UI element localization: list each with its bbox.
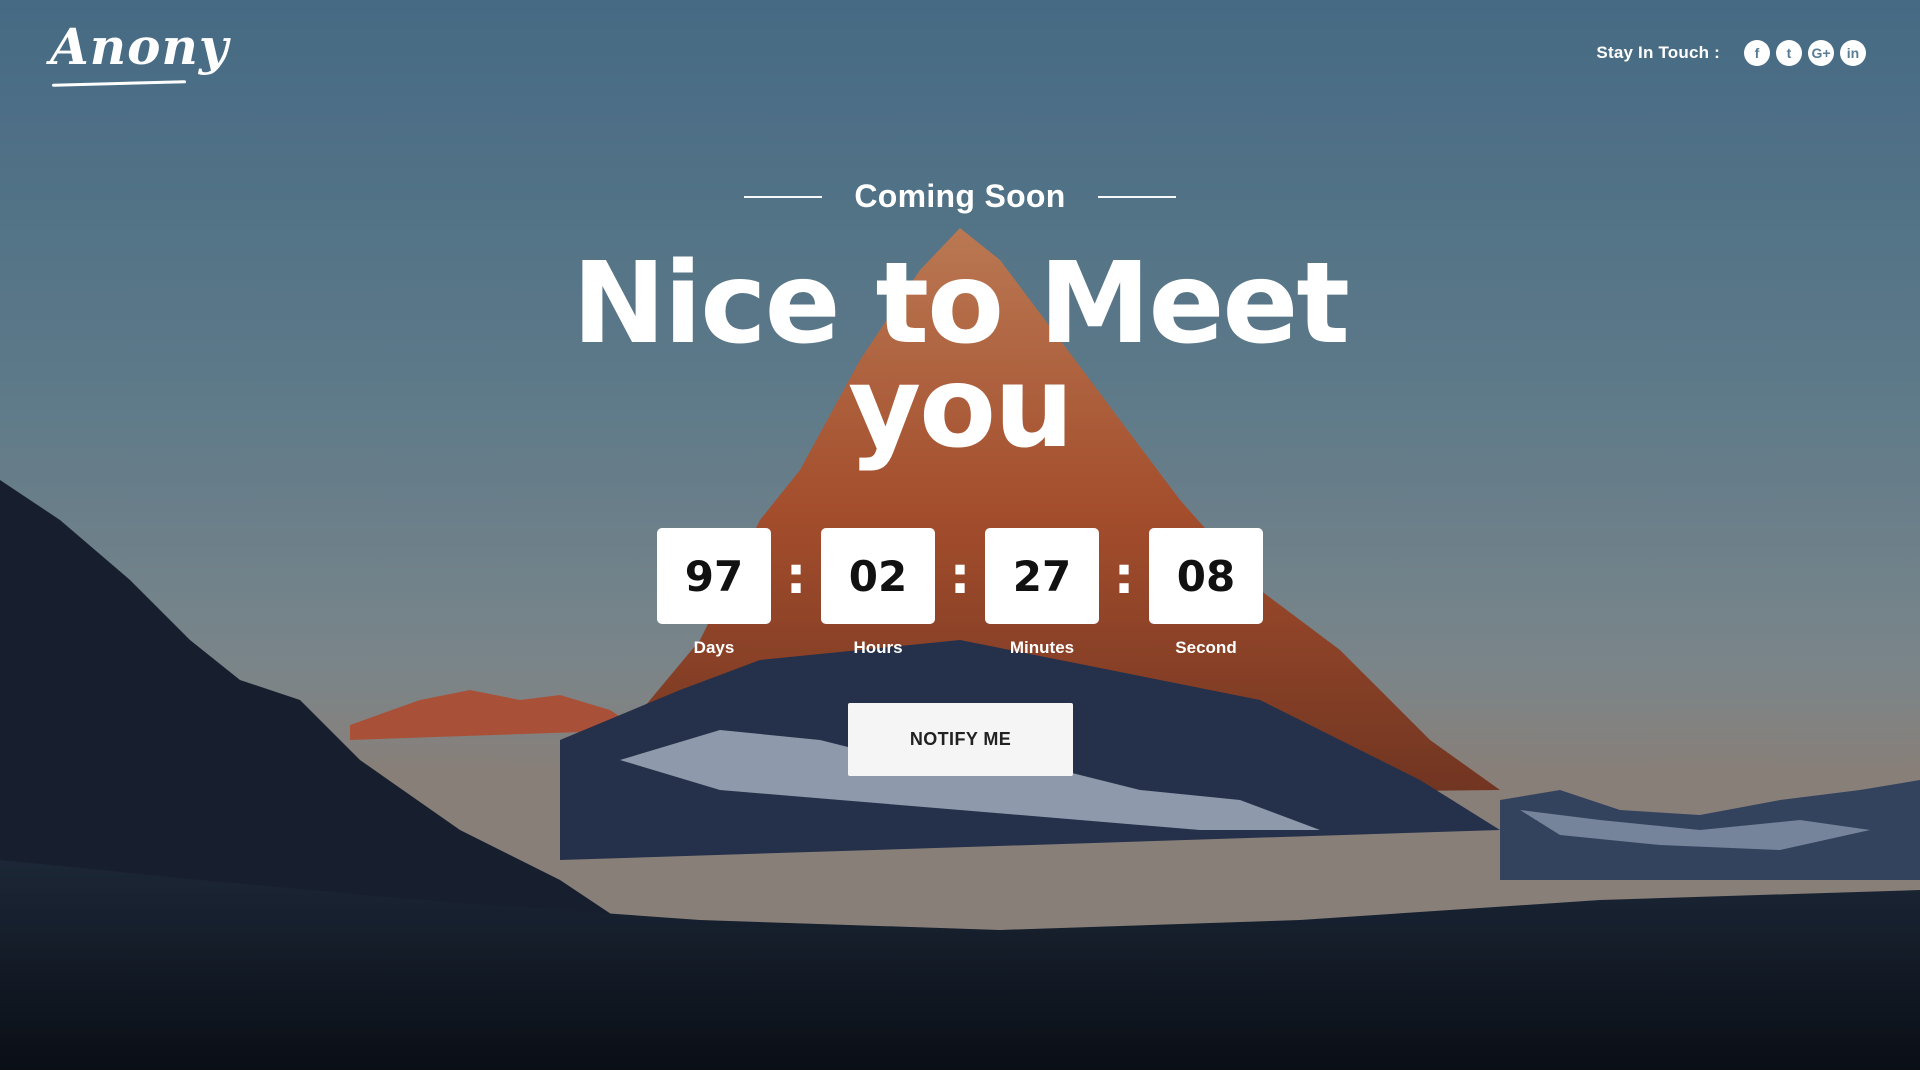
- kicker-line-right: [1097, 195, 1176, 198]
- hours-label: Hours: [853, 638, 903, 657]
- linkedin-glyph: in: [1846, 45, 1860, 61]
- kicker-line-left: [744, 195, 823, 198]
- countdown-seconds: 08 Second: [1149, 528, 1263, 658]
- seconds-value: 08: [1149, 528, 1263, 624]
- countdown-days: 97 Days: [657, 528, 771, 658]
- headline-line-1: Nice to Meet: [572, 239, 1350, 369]
- page-title: Nice to Meet you: [0, 239, 1920, 473]
- linkedin-icon[interactable]: in: [1840, 40, 1866, 66]
- countdown-separator: :: [785, 546, 807, 606]
- google-plus-icon[interactable]: G+: [1808, 40, 1834, 66]
- social-links: Stay In Touch : f t G+ in: [1596, 40, 1866, 66]
- facebook-icon[interactable]: f: [1744, 40, 1770, 66]
- days-label: Days: [693, 638, 735, 657]
- google-plus-glyph: G+: [1811, 45, 1831, 61]
- countdown-timer: 97 Days : 02 Hours : 27 Minutes : 08 Sec…: [0, 528, 1920, 658]
- minutes-label: Minutes: [1009, 638, 1075, 657]
- coming-soon-text: Coming Soon: [854, 178, 1066, 214]
- countdown-separator: :: [1113, 546, 1135, 606]
- countdown-hours: 02 Hours: [821, 528, 935, 658]
- headline-line-2: you: [848, 343, 1074, 473]
- facebook-glyph: f: [1754, 45, 1760, 61]
- social-label: Stay In Touch :: [1596, 43, 1720, 62]
- minutes-value: 27: [985, 528, 1099, 624]
- countdown-minutes: 27 Minutes: [985, 528, 1099, 658]
- hours-value: 02: [821, 528, 935, 624]
- twitter-glyph: t: [1786, 45, 1792, 61]
- countdown-separator: :: [949, 546, 971, 606]
- coming-soon-kicker: Coming Soon: [0, 178, 1920, 215]
- logo[interactable]: Anony: [50, 22, 229, 72]
- twitter-icon[interactable]: t: [1776, 40, 1802, 66]
- notify-me-button[interactable]: NOTIFY ME: [848, 703, 1073, 776]
- seconds-label: Second: [1175, 638, 1237, 657]
- days-value: 97: [657, 528, 771, 624]
